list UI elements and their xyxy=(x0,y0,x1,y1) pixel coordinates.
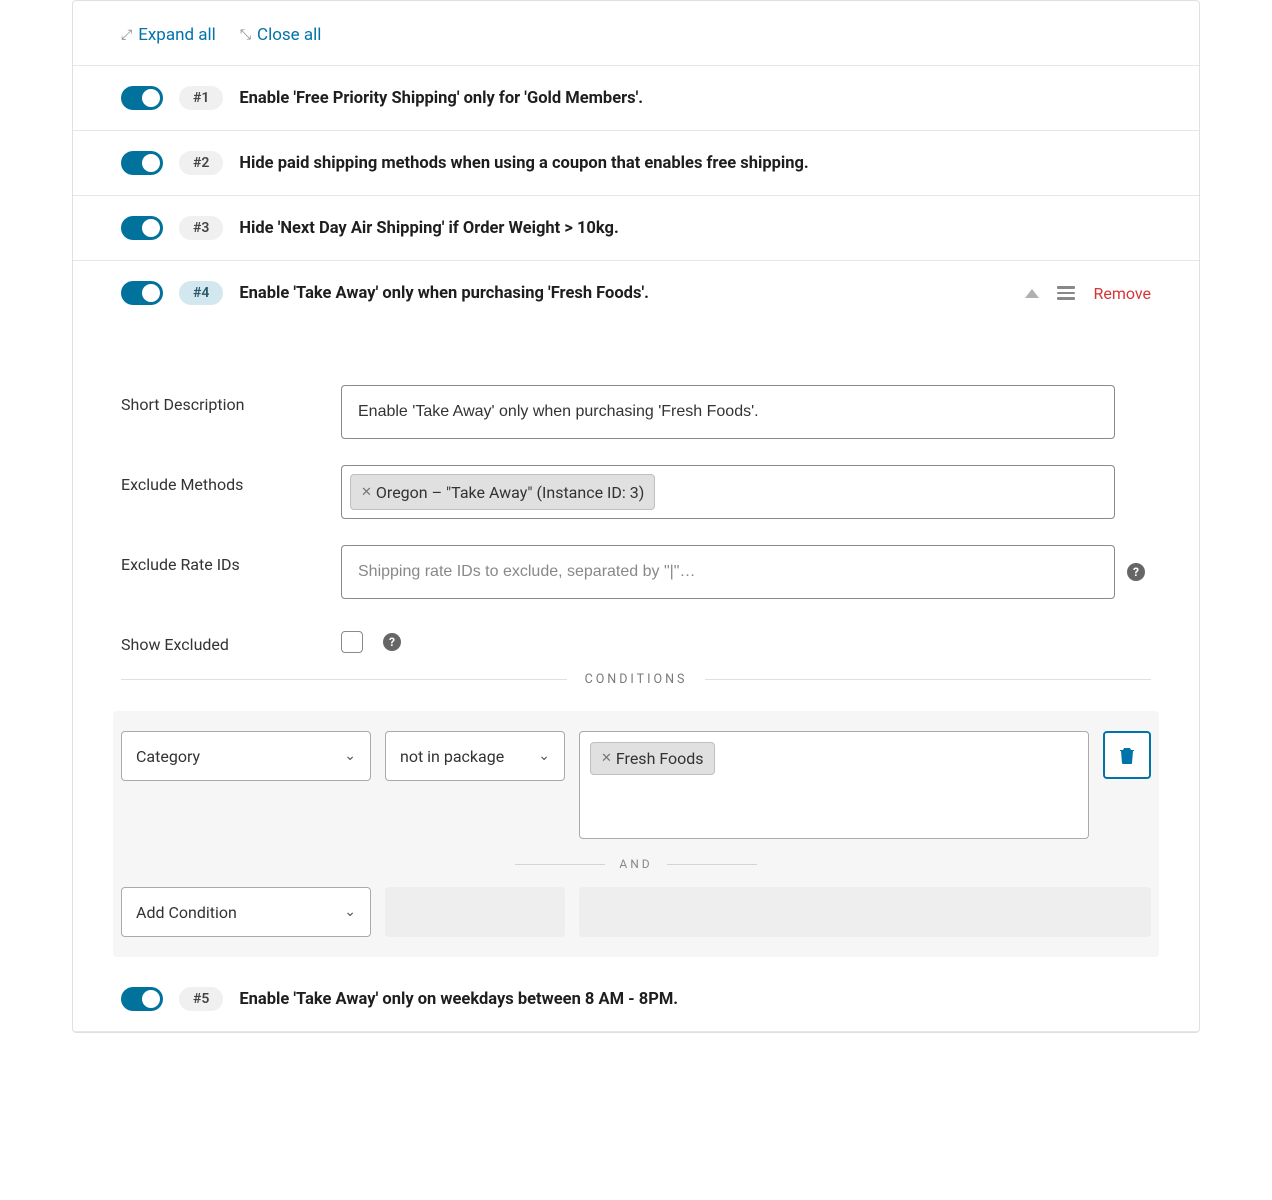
operator-placeholder xyxy=(385,887,565,937)
and-divider: AND xyxy=(121,857,1151,871)
method-tag-label: Oregon – "Take Away" (Instance ID: 3) xyxy=(376,483,644,502)
exclude-methods-input[interactable]: ✕ Oregon – "Take Away" (Instance ID: 3) xyxy=(341,465,1115,519)
add-condition-label: Add Condition xyxy=(136,903,237,922)
conditions-heading: CONDITIONS xyxy=(585,672,688,687)
value-placeholder xyxy=(579,887,1151,937)
rule-badge: #4 xyxy=(179,281,223,305)
drag-handle-icon[interactable] xyxy=(1057,286,1075,300)
condition-field-value: Category xyxy=(136,747,200,766)
value-tag-label: Fresh Foods xyxy=(616,749,704,768)
chevron-down-icon: ⌄ xyxy=(538,748,550,764)
and-label: AND xyxy=(619,857,652,871)
help-icon[interactable]: ? xyxy=(1127,563,1145,581)
rule-row: #2 Hide paid shipping methods when using… xyxy=(73,130,1199,195)
rule-body: Short Description Exclude Methods ✕ Oreg… xyxy=(73,325,1199,967)
close-all-label: Close all xyxy=(257,25,321,45)
expand-all-label: Expand all xyxy=(138,25,216,45)
rule-toggle[interactable] xyxy=(121,151,163,175)
rule-row: #1 Enable 'Free Priority Shipping' only … xyxy=(73,65,1199,130)
rule-title[interactable]: Hide 'Next Day Air Shipping' if Order We… xyxy=(239,219,618,238)
rule-badge: #5 xyxy=(179,987,223,1011)
expand-all-link[interactable]: ⤢ Expand all xyxy=(121,25,216,45)
collapse-rule-icon[interactable] xyxy=(1025,289,1039,298)
rule-toggle[interactable] xyxy=(121,216,163,240)
remove-link[interactable]: Remove xyxy=(1093,284,1151,303)
collapse-icon: ⤡ xyxy=(240,27,251,43)
rule-row: #5 Enable 'Take Away' only on weekdays b… xyxy=(73,967,1199,1032)
exclude-rate-ids-input[interactable] xyxy=(341,545,1115,599)
rule-row: #3 Hide 'Next Day Air Shipping' if Order… xyxy=(73,195,1199,260)
rule-title[interactable]: Enable 'Take Away' only on weekdays betw… xyxy=(239,990,678,1009)
delete-condition-button[interactable] xyxy=(1103,731,1151,779)
remove-tag-icon[interactable]: ✕ xyxy=(361,485,372,500)
chevron-down-icon: ⌄ xyxy=(344,748,356,764)
value-tag: ✕ Fresh Foods xyxy=(590,742,715,775)
rule-title[interactable]: Hide paid shipping methods when using a … xyxy=(239,154,808,173)
condition-operator-select[interactable]: not in package ⌄ xyxy=(385,731,565,781)
rule-badge: #1 xyxy=(179,86,223,110)
show-excluded-checkbox[interactable] xyxy=(341,631,363,653)
short-description-label: Short Description xyxy=(121,385,329,414)
rule-toggle[interactable] xyxy=(121,281,163,305)
exclude-rate-ids-label: Exclude Rate IDs xyxy=(121,545,329,574)
condition-value-input[interactable]: ✕ Fresh Foods xyxy=(579,731,1089,839)
rule-toggle[interactable] xyxy=(121,987,163,1011)
rule-title[interactable]: Enable 'Take Away' only when purchasing … xyxy=(239,284,649,303)
exclude-methods-label: Exclude Methods xyxy=(121,465,329,494)
add-condition-select[interactable]: Add Condition ⌄ xyxy=(121,887,371,937)
expand-icon: ⤢ xyxy=(121,27,132,43)
rule-title[interactable]: Enable 'Free Priority Shipping' only for… xyxy=(239,89,643,108)
chevron-down-icon: ⌄ xyxy=(344,904,356,920)
rule-row-expanded: #4 Enable 'Take Away' only when purchasi… xyxy=(73,260,1199,325)
help-icon[interactable]: ? xyxy=(383,633,401,651)
show-excluded-label: Show Excluded xyxy=(121,625,329,654)
conditions-divider: CONDITIONS xyxy=(121,672,1151,687)
condition-operator-value: not in package xyxy=(400,747,504,766)
method-tag: ✕ Oregon – "Take Away" (Instance ID: 3) xyxy=(350,474,655,510)
rule-badge: #2 xyxy=(179,151,223,175)
remove-tag-icon[interactable]: ✕ xyxy=(601,751,612,766)
close-all-link[interactable]: ⤡ Close all xyxy=(240,25,322,45)
short-description-input[interactable] xyxy=(341,385,1115,439)
condition-field-select[interactable]: Category ⌄ xyxy=(121,731,371,781)
rule-badge: #3 xyxy=(179,216,223,240)
rule-toggle[interactable] xyxy=(121,86,163,110)
conditions-block: Category ⌄ not in package ⌄ ✕ Fresh Food… xyxy=(113,711,1159,957)
trash-icon xyxy=(1119,746,1135,764)
